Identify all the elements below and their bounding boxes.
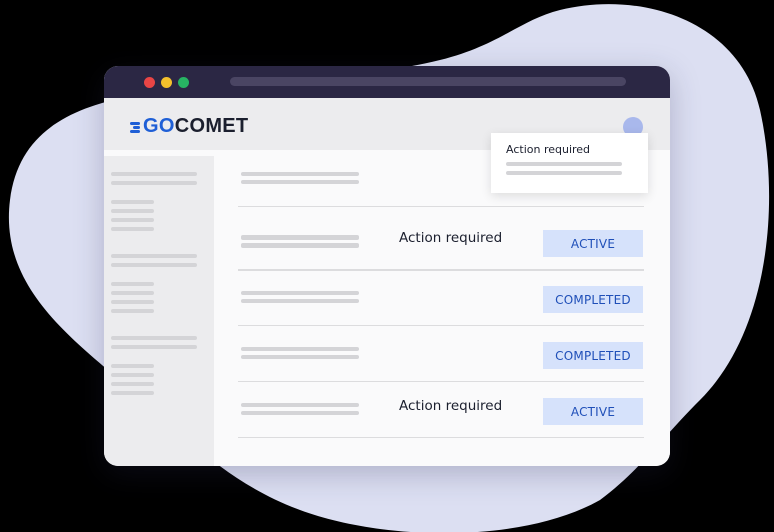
list-row[interactable]: COMPLETED bbox=[238, 325, 644, 382]
close-window-icon[interactable] bbox=[144, 77, 155, 88]
status-badge[interactable]: ACTIVE bbox=[543, 230, 643, 257]
status-badge[interactable]: COMPLETED bbox=[543, 286, 643, 313]
sidebar-item[interactable] bbox=[111, 309, 154, 313]
popup-title: Action required bbox=[506, 143, 591, 156]
sidebar-item[interactable] bbox=[111, 200, 154, 204]
placeholder-line bbox=[241, 235, 359, 239]
sidebar-item[interactable] bbox=[111, 364, 154, 368]
sidebar-item[interactable] bbox=[111, 181, 197, 185]
placeholder-line bbox=[241, 243, 359, 247]
status-badge[interactable]: COMPLETED bbox=[543, 342, 643, 369]
sidebar-item[interactable] bbox=[111, 382, 154, 386]
sidebar-item[interactable] bbox=[111, 391, 154, 395]
browser-titlebar bbox=[104, 66, 670, 98]
browser-window: GO COMET Action required ACTIVE COMPLETE… bbox=[104, 66, 670, 466]
placeholder-line bbox=[506, 162, 622, 166]
sidebar-item[interactable] bbox=[111, 373, 154, 377]
sidebar bbox=[104, 156, 214, 466]
minimize-window-icon[interactable] bbox=[161, 77, 172, 88]
address-bar[interactable] bbox=[230, 77, 626, 86]
gocomet-logo[interactable]: GO COMET bbox=[130, 115, 248, 138]
placeholder-line bbox=[241, 180, 359, 184]
sidebar-item[interactable] bbox=[111, 218, 154, 222]
placeholder-line bbox=[241, 411, 359, 415]
placeholder-line bbox=[241, 347, 359, 351]
sidebar-item[interactable] bbox=[111, 345, 197, 349]
sidebar-item[interactable] bbox=[111, 172, 197, 176]
list-row[interactable]: COMPLETED bbox=[238, 269, 644, 326]
placeholder-line bbox=[241, 291, 359, 295]
placeholder-line bbox=[506, 171, 622, 175]
sidebar-item[interactable] bbox=[111, 227, 154, 231]
placeholder-line bbox=[241, 172, 359, 176]
action-required-label: Action required bbox=[399, 230, 503, 246]
placeholder-line bbox=[241, 403, 359, 407]
sidebar-item[interactable] bbox=[111, 263, 197, 267]
sidebar-item[interactable] bbox=[111, 336, 197, 340]
sidebar-item[interactable] bbox=[111, 300, 154, 304]
list-row[interactable]: Action required ACTIVE bbox=[238, 213, 644, 270]
sidebar-item[interactable] bbox=[111, 209, 154, 213]
sidebar-item[interactable] bbox=[111, 282, 154, 286]
speed-lines-icon bbox=[130, 121, 142, 133]
logo-comet: COMET bbox=[174, 115, 249, 137]
sidebar-item[interactable] bbox=[111, 254, 197, 258]
action-required-label: Action required bbox=[399, 398, 503, 414]
notification-popup[interactable]: Action required bbox=[491, 133, 648, 193]
sidebar-item[interactable] bbox=[111, 291, 154, 295]
logo-go: GO bbox=[143, 115, 175, 137]
rows-container: Action required ACTIVE COMPLETED COMPLET… bbox=[214, 150, 670, 466]
maximize-window-icon[interactable] bbox=[178, 77, 189, 88]
status-badge[interactable]: ACTIVE bbox=[543, 398, 643, 425]
placeholder-line bbox=[241, 299, 359, 303]
placeholder-line bbox=[241, 355, 359, 359]
list-row[interactable]: Action required ACTIVE bbox=[238, 381, 644, 438]
